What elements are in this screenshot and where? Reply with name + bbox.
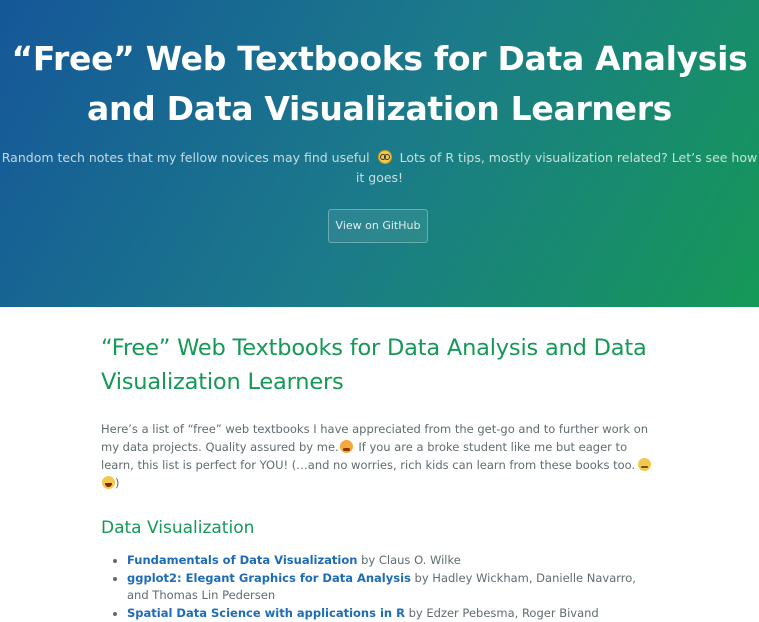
intro-paragraph: Here’s a list of “free” web textbooks I … (101, 420, 661, 492)
site-title: “Free” Web Textbooks for Data Analysis a… (0, 34, 759, 134)
list-item: ggplot2: Elegant Graphics for Data Analy… (127, 570, 661, 605)
winking-face-icon (638, 458, 651, 471)
view-on-github-button[interactable]: View on GitHub (328, 209, 428, 243)
book-list: Fundamentals of Data Visualization by Cl… (101, 552, 661, 622)
list-item: Fundamentals of Data Visualization by Cl… (127, 552, 661, 570)
book-authors: by Claus O. Wilke (361, 553, 461, 567)
page-title-line1: “Free” Web Textbooks for Data Analysis a… (101, 335, 647, 361)
page-title: “Free” Web Textbooks for Data Analysis a… (101, 331, 661, 399)
book-authors: by Edzer Pebesma, Roger Bivand (409, 606, 599, 620)
tagline-text-1: Random tech notes that my fellow novices… (2, 150, 370, 165)
book-link[interactable]: Fundamentals of Data Visualization (127, 553, 357, 567)
section-heading-data-visualization: Data Visualization (101, 516, 661, 540)
crying-face-icon (340, 440, 353, 453)
main-content: “Free” Web Textbooks for Data Analysis a… (101, 307, 661, 622)
intro-text-3: ) (115, 476, 120, 490)
page-header: “Free” Web Textbooks for Data Analysis a… (0, 0, 759, 307)
site-title-line2: and Data Visualization Learners (87, 89, 672, 128)
site-title-line1: “Free” Web Textbooks for Data Analysis (12, 39, 748, 78)
site-tagline: Random tech notes that my fellow novices… (0, 148, 759, 188)
tagline-text-2: Lots of R tips, mostly visualization rel… (400, 150, 758, 165)
tagline-text-3: it goes! (356, 170, 403, 185)
book-link[interactable]: Spatial Data Science with applications i… (127, 606, 405, 620)
nerd-face-icon (378, 150, 392, 164)
page-title-line2: Visualization Learners (101, 369, 344, 395)
list-item: Spatial Data Science with applications i… (127, 605, 661, 622)
book-link[interactable]: ggplot2: Elegant Graphics for Data Analy… (127, 571, 411, 585)
laughing-face-icon (102, 476, 115, 489)
